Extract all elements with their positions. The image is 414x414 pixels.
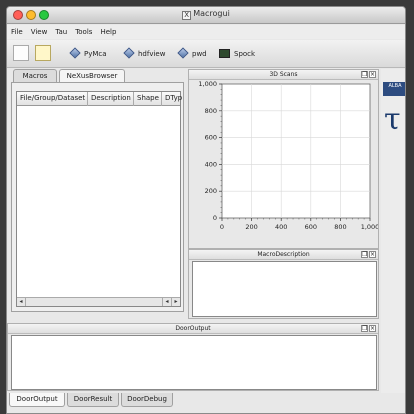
scans-dock-header: 3D Scans ❐ × <box>189 70 378 80</box>
nexus-tree-table[interactable]: File/Group/Dataset Description Shape DTy… <box>16 91 182 307</box>
nexus-browser-panel: File/Group/Dataset Description Shape DTy… <box>11 82 184 312</box>
table-header: File/Group/Dataset Description Shape DTy… <box>17 92 182 106</box>
bottom-tab-bar: DoorOutput DoorResult DoorDebug <box>7 393 405 413</box>
column-header-dtype[interactable]: DTyp <box>162 92 182 106</box>
menu-help[interactable]: Help <box>96 25 120 36</box>
diamond-icon <box>69 47 81 59</box>
tab-nexusbrowser[interactable]: NeXusBrowser <box>59 69 125 82</box>
x-tick-label: 800 <box>334 223 346 231</box>
x-tick-label: 0 <box>220 223 224 231</box>
x-tick-label: 600 <box>305 223 317 231</box>
door-output-dock: DoorOutput ❐ × <box>7 323 379 391</box>
scans-dock-buttons: ❐ × <box>360 71 376 78</box>
float-icon[interactable]: ❐ <box>361 251 368 258</box>
macro-description-dock: MacroDescription ❐ × <box>188 249 379 319</box>
door-output-buttons: ❐ × <box>360 325 376 332</box>
float-icon[interactable]: ❐ <box>361 71 368 78</box>
tab-doordebug[interactable]: DoorDebug <box>121 393 173 407</box>
logo-strip: ALBA τ <box>381 69 405 393</box>
x-tick-label: 400 <box>275 223 287 231</box>
macro-description-buttons: ❐ × <box>360 251 376 258</box>
title-bar: X Macrogui <box>7 7 405 24</box>
window-title-wrap: X Macrogui <box>7 9 405 20</box>
new-file-icon[interactable] <box>13 45 29 61</box>
terminal-icon <box>219 49 230 58</box>
macro-description-title: MacroDescription <box>257 251 310 258</box>
door-output-title: DoorOutput <box>175 325 211 332</box>
folder-icon[interactable] <box>35 45 51 61</box>
scroll-left-icon[interactable]: ◂ <box>17 298 26 306</box>
scans-plot[interactable]: 00 200 200 400 400 600 600 800 800 1,000 1,000 <box>189 80 378 248</box>
diamond-icon <box>177 47 189 59</box>
pymca-label: PyMca <box>84 50 107 58</box>
tab-dooroutput[interactable]: DoorOutput <box>9 393 65 407</box>
menu-file[interactable]: File <box>7 25 27 36</box>
menu-tools[interactable]: Tools <box>71 25 96 36</box>
y-tick-label: 400 <box>205 160 217 168</box>
column-header-shape[interactable]: Shape <box>134 92 162 106</box>
macro-description-header: MacroDescription ❐ × <box>189 250 378 260</box>
float-icon[interactable]: ❐ <box>361 325 368 332</box>
alba-logo: ALBA <box>383 82 405 96</box>
x-tick-label: 1,000 <box>361 223 378 231</box>
main-window: X Macrogui File View Tau Tools Help PyMca hdf… <box>6 6 406 414</box>
pwd-label: pwd <box>192 50 207 58</box>
toolbar: PyMca hdfview pwd Spock <box>7 40 405 68</box>
menu-view[interactable]: View <box>27 25 52 36</box>
hdfview-button[interactable]: hdfview <box>123 47 166 61</box>
tau-logo: τ <box>384 102 401 137</box>
y-tick-label: 1,000 <box>198 80 217 88</box>
column-header-description[interactable]: Description <box>88 92 134 106</box>
column-header-file[interactable]: File/Group/Dataset <box>17 92 88 106</box>
diamond-icon <box>123 47 135 59</box>
scans-dock: 3D Scans ❐ × 0 0 200 200 400 400 600 600 800 800 1,… <box>188 69 379 249</box>
tab-macros[interactable]: Macros <box>13 69 57 82</box>
menu-tau[interactable]: Tau <box>51 25 71 36</box>
close-icon[interactable]: × <box>369 71 376 78</box>
scroll-left-end-icon[interactable]: ◂ <box>162 298 171 306</box>
y-tick-label: 0 <box>213 214 217 222</box>
macro-description-text[interactable] <box>192 261 377 317</box>
scroll-right-icon[interactable]: ▸ <box>171 298 180 306</box>
app-icon: X <box>182 11 192 20</box>
hdfview-label: hdfview <box>138 50 166 58</box>
y-tick-label: 600 <box>205 134 217 142</box>
door-output-text[interactable] <box>11 335 377 390</box>
x-tick-label: 200 <box>245 223 257 231</box>
close-icon[interactable]: × <box>369 325 376 332</box>
plot-area <box>221 83 371 219</box>
horizontal-scrollbar[interactable]: ◂ ◂ ▸ <box>17 297 180 306</box>
door-output-header: DoorOutput ❐ × <box>8 324 378 334</box>
window-title: Macrogui <box>193 9 230 18</box>
tab-doorresult[interactable]: DoorResult <box>67 393 119 407</box>
close-icon[interactable]: × <box>369 251 376 258</box>
spock-label: Spock <box>234 50 256 58</box>
spock-button[interactable]: Spock <box>219 49 255 61</box>
y-tick-label: 800 <box>205 107 217 115</box>
pymca-button[interactable]: PyMca <box>69 47 107 61</box>
menu-bar: File View Tau Tools Help <box>7 25 405 39</box>
scans-dock-title: 3D Scans <box>269 71 298 78</box>
y-tick-label: 200 <box>205 187 217 195</box>
pwd-button[interactable]: pwd <box>177 47 207 61</box>
